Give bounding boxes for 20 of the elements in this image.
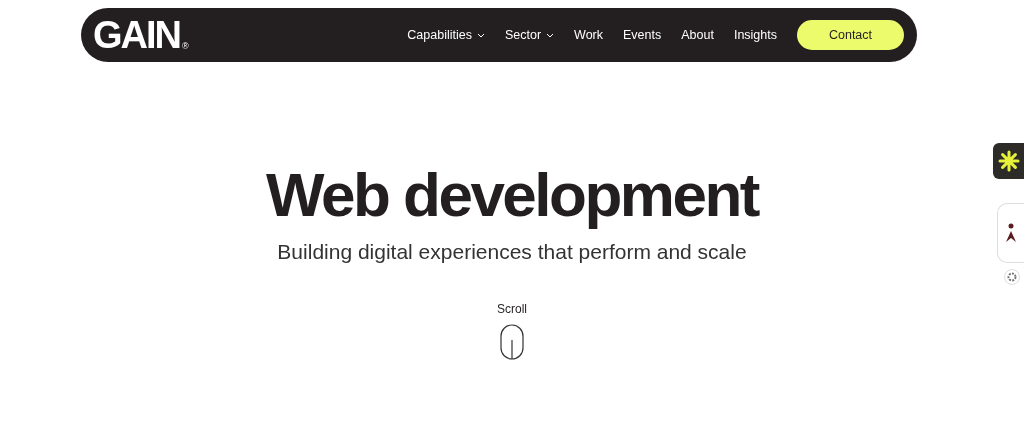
contact-button[interactable]: Contact (797, 20, 904, 50)
nav-link[interactable]: Capabilities (407, 28, 485, 42)
nav-link[interactable]: Work (574, 28, 603, 42)
nav-link[interactable]: Events (623, 28, 662, 42)
chevron-down-icon (476, 32, 485, 38)
accessibility-widget[interactable] (993, 143, 1024, 179)
person-icon (1005, 223, 1017, 243)
chevron-down-icon (546, 32, 555, 38)
registered-mark: ® (182, 42, 189, 51)
mouse-icon (500, 324, 524, 361)
assistant-widget[interactable] (997, 203, 1024, 263)
subtitle: Building digital experiences that perform and scale (277, 240, 747, 265)
asterisk-icon (997, 150, 1020, 172)
nav-link[interactable]: Sector (504, 28, 555, 42)
settings-icon[interactable] (1004, 269, 1020, 285)
logo[interactable]: GAIN (93, 16, 180, 54)
nav-link[interactable]: About (681, 28, 714, 42)
scroll-label: Scroll (497, 302, 527, 317)
nav-link[interactable]: Insights (733, 28, 777, 42)
page-title: Web development (266, 159, 758, 231)
